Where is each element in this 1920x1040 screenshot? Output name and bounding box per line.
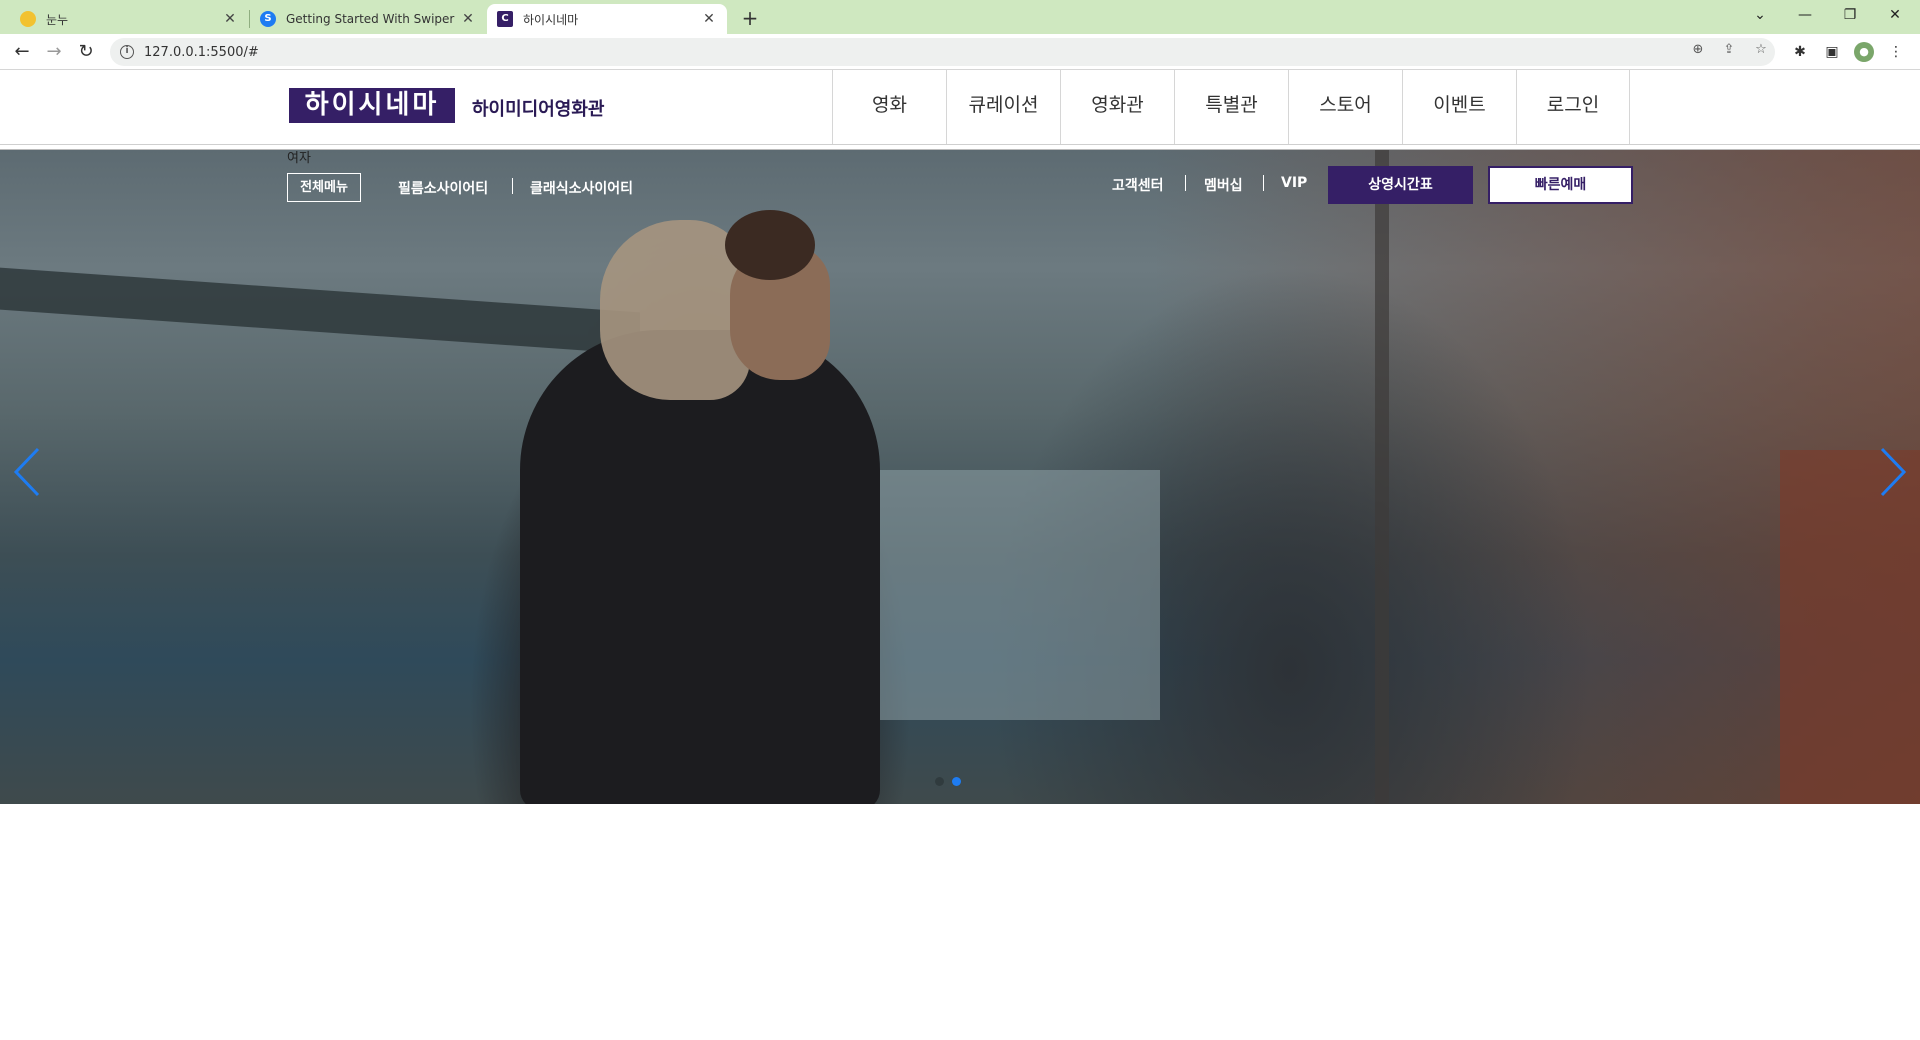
film-society-link[interactable]: 필름소사이어티 xyxy=(398,178,488,198)
browser-tab-strip: 눈누 ✕ S Getting Started With Swiper ✕ C 하… xyxy=(0,0,1920,34)
link-divider xyxy=(512,178,513,194)
hero-image-bridge xyxy=(0,267,640,355)
profile-avatar-icon[interactable]: ● xyxy=(1854,42,1874,62)
quick-booking-button[interactable]: 빠른예매 xyxy=(1488,166,1633,204)
menu-kebab-icon[interactable]: ⋮ xyxy=(1886,42,1906,62)
new-tab-plus-icon[interactable]: + xyxy=(738,7,762,31)
global-nav: 영화 큐레이션 영화관 특별관 스토어 이벤트 로그인 xyxy=(832,70,1630,144)
side-panel-icon[interactable]: ▣ xyxy=(1822,42,1842,62)
close-icon[interactable]: ✕ xyxy=(460,11,476,27)
browser-tab-hicinema[interactable]: C 하이시네마 ✕ xyxy=(487,4,727,34)
hero-image-figure xyxy=(520,330,880,804)
back-arrow-icon[interactable]: ← xyxy=(10,40,34,64)
tab-title: 눈누 xyxy=(46,12,69,27)
url-text[interactable]: 127.0.0.1:5500/# xyxy=(144,45,259,60)
tab-search-chevron-icon[interactable]: ⌄ xyxy=(1740,4,1780,26)
extensions-puzzle-icon[interactable]: ✱ xyxy=(1790,42,1810,62)
site-info-icon[interactable]: i xyxy=(120,45,134,59)
close-window-icon[interactable]: ✕ xyxy=(1875,4,1915,26)
util-text: 여자 xyxy=(287,151,311,166)
close-icon[interactable]: ✕ xyxy=(701,11,717,27)
site-logo[interactable]: 하이시네마 xyxy=(289,88,455,123)
gnb-item-store[interactable]: 스토어 xyxy=(1288,70,1402,144)
share-icon[interactable]: ⇪ xyxy=(1720,41,1738,59)
gnb-item-movie[interactable]: 영화 xyxy=(832,70,946,144)
forward-arrow-icon[interactable]: → xyxy=(42,40,66,64)
vip-link[interactable]: VIP xyxy=(1281,175,1307,191)
gnb-item-curation[interactable]: 큐레이션 xyxy=(946,70,1060,144)
gnb-item-event[interactable]: 이벤트 xyxy=(1402,70,1516,144)
gnb-item-login[interactable]: 로그인 xyxy=(1516,70,1630,144)
noonnu-favicon-icon xyxy=(20,11,36,27)
all-menu-button[interactable]: 전체메뉴 xyxy=(287,173,361,202)
tab-title: Getting Started With Swiper xyxy=(286,12,455,26)
address-bar[interactable]: i 127.0.0.1:5500/# xyxy=(110,38,1775,66)
gnb-item-theater[interactable]: 영화관 xyxy=(1060,70,1174,144)
site-header: 하이시네마 하이미디어영화관 영화 큐레이션 영화관 특별관 스토어 이벤트 로… xyxy=(0,70,1920,145)
browser-tab-noonnu[interactable]: 눈누 ✕ xyxy=(10,4,248,34)
browser-toolbar: ← → ↻ i 127.0.0.1:5500/# ⊕ ⇪ ☆ ✱ ▣ ● ⋮ xyxy=(0,34,1920,70)
hero-slider[interactable] xyxy=(0,150,1920,804)
hero-image-pole xyxy=(1375,150,1389,804)
hero-image-hair xyxy=(725,210,815,280)
link-divider xyxy=(1263,175,1264,191)
swiper-favicon-icon: S xyxy=(260,11,276,27)
schedule-button[interactable]: 상영시간표 xyxy=(1328,166,1473,204)
browser-tab-swiper[interactable]: S Getting Started With Swiper ✕ xyxy=(250,4,486,34)
minimize-icon[interactable]: — xyxy=(1785,4,1825,26)
reload-icon[interactable]: ↻ xyxy=(74,40,98,64)
slider-prev-chevron-icon[interactable] xyxy=(12,447,42,497)
tab-title: 하이시네마 xyxy=(523,12,579,27)
classic-society-link[interactable]: 클래식소사이어티 xyxy=(530,178,633,198)
restore-icon[interactable]: ❐ xyxy=(1830,4,1870,26)
site-logo-subtitle[interactable]: 하이미디어영화관 xyxy=(472,95,604,121)
pagination-dot[interactable] xyxy=(935,777,944,786)
bookmark-star-icon[interactable]: ☆ xyxy=(1752,41,1770,59)
zoom-icon[interactable]: ⊕ xyxy=(1689,41,1707,59)
c-favicon-icon: C xyxy=(497,11,513,27)
hero-image-container xyxy=(1780,450,1920,804)
slider-next-chevron-icon[interactable] xyxy=(1878,447,1908,497)
close-icon[interactable]: ✕ xyxy=(222,11,238,27)
link-divider xyxy=(1185,175,1186,191)
pagination-dot[interactable] xyxy=(952,777,961,786)
gnb-item-special[interactable]: 특별관 xyxy=(1174,70,1288,144)
membership-link[interactable]: 멤버십 xyxy=(1204,175,1243,195)
slider-pagination xyxy=(935,777,961,786)
customer-center-link[interactable]: 고객센터 xyxy=(1112,175,1164,195)
